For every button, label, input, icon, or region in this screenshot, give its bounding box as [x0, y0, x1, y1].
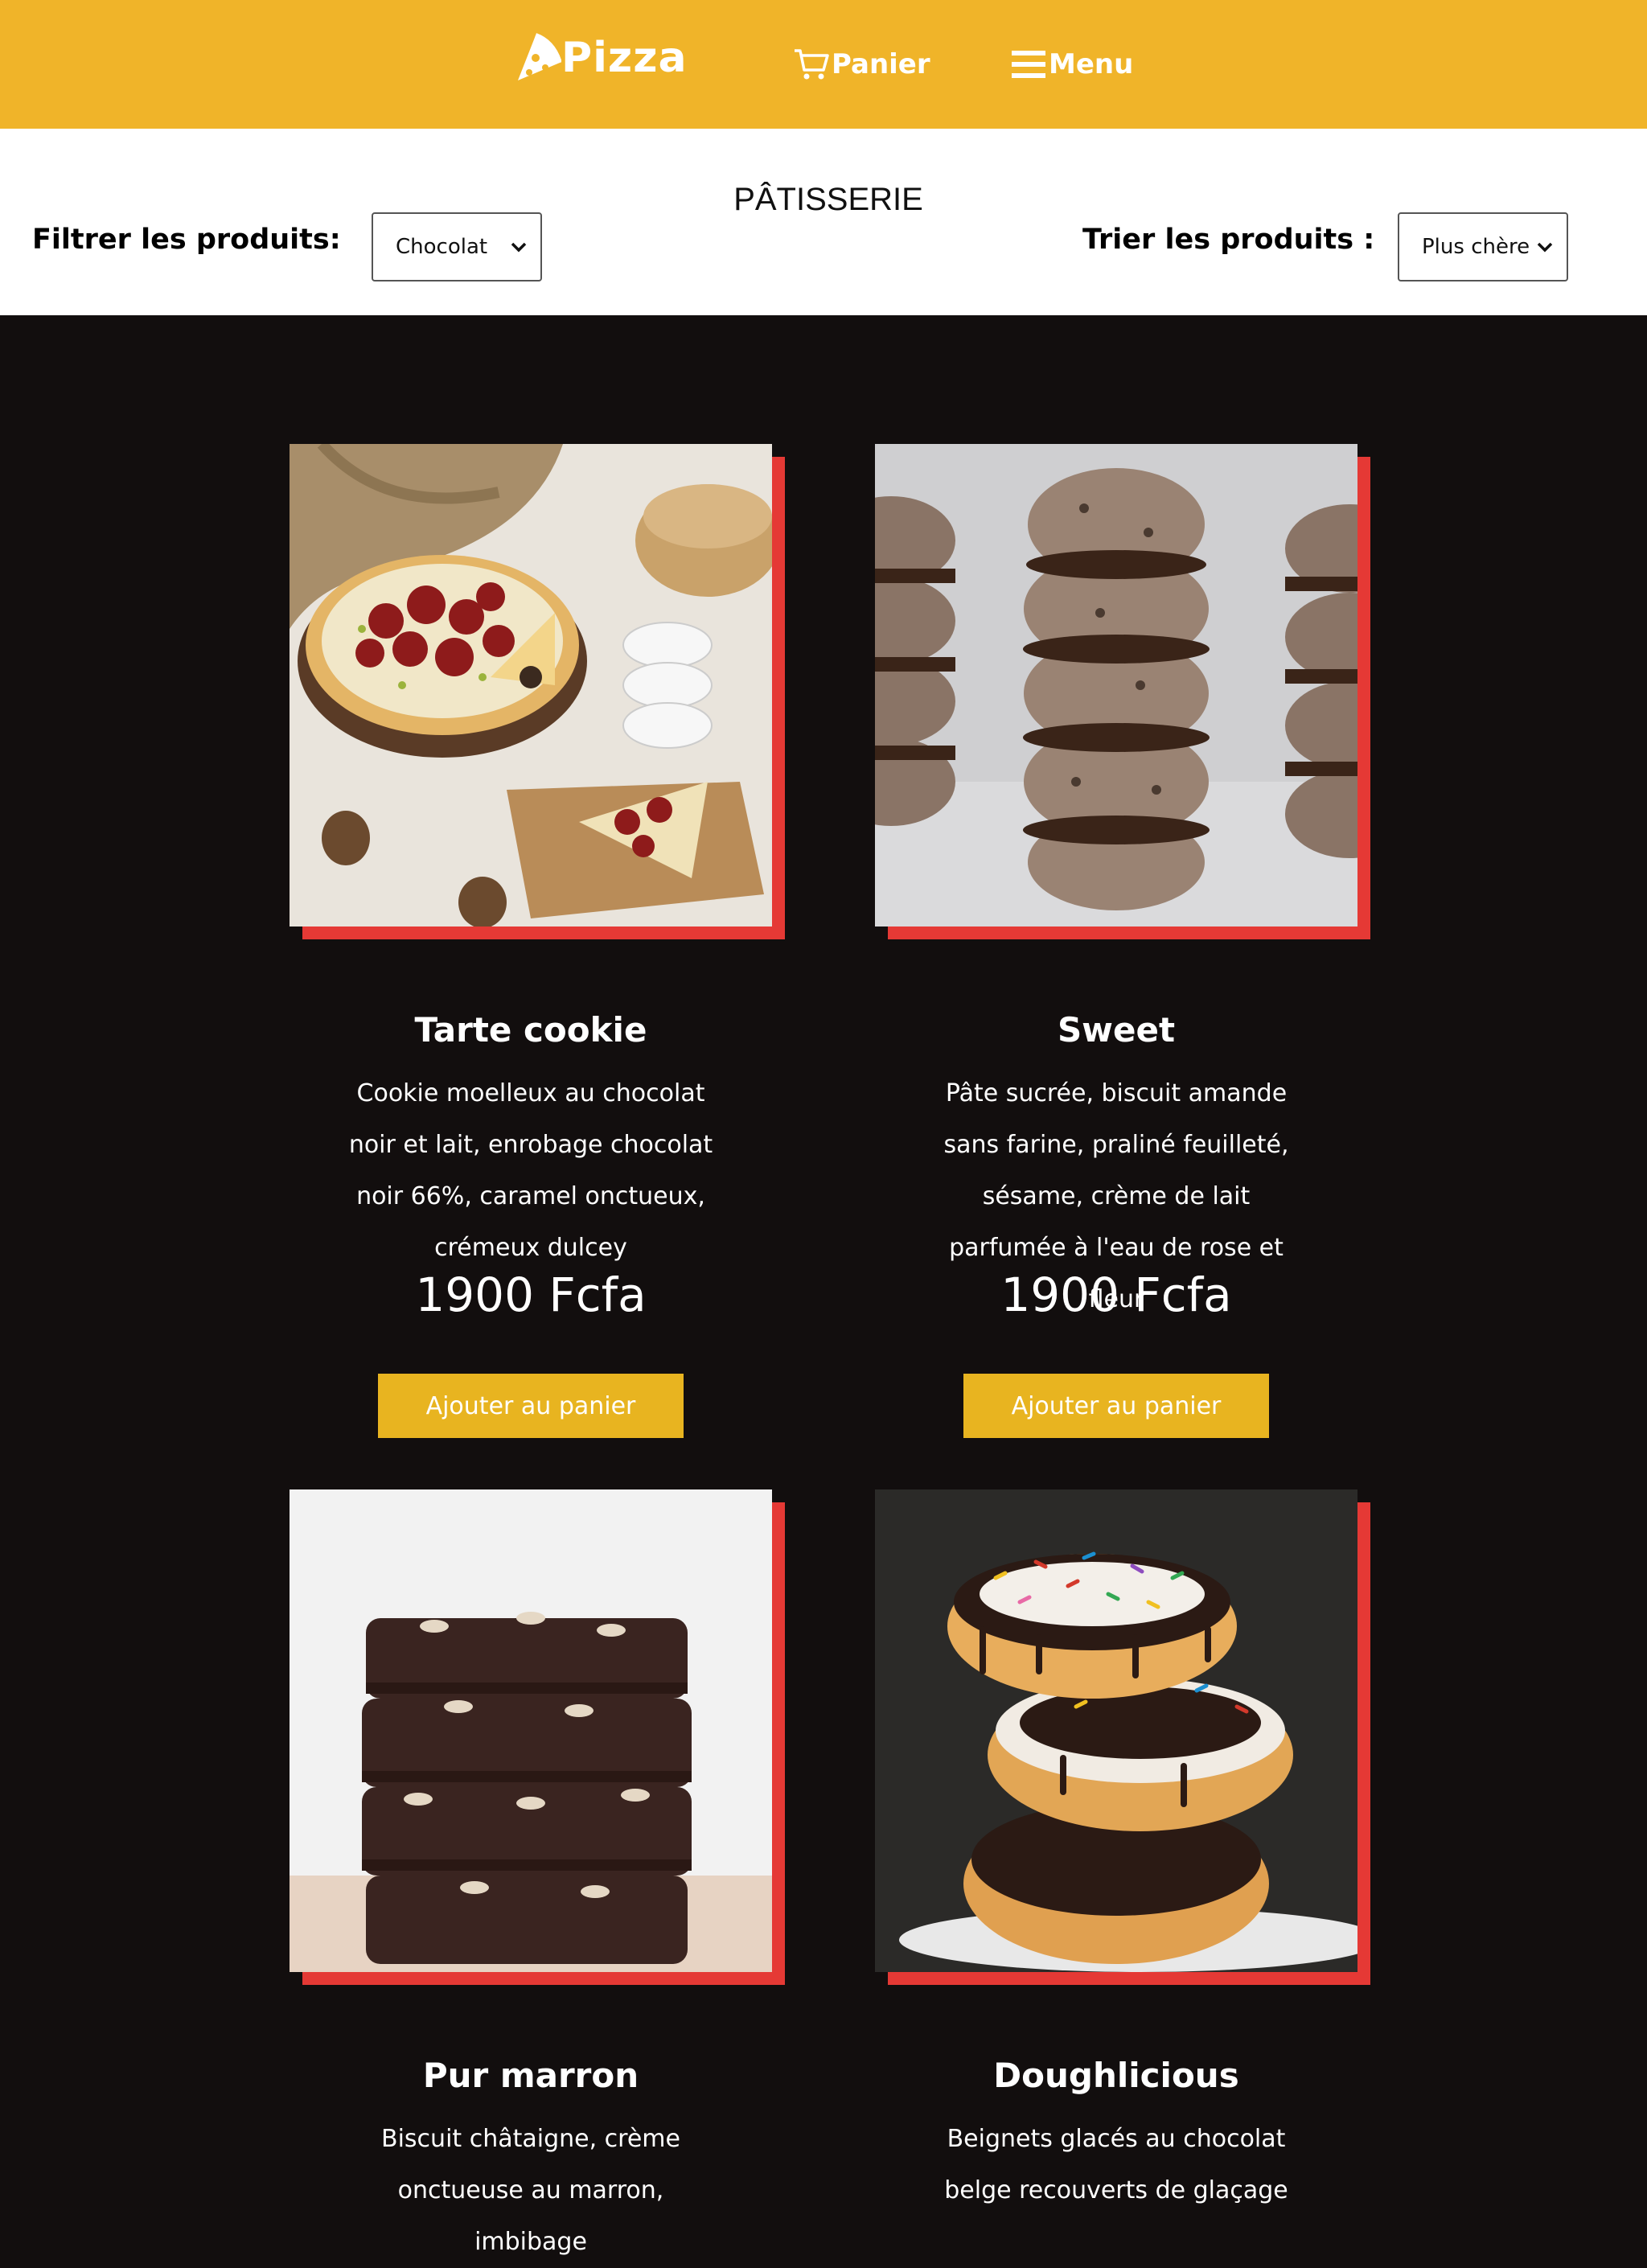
- cart-icon: [795, 49, 829, 80]
- product-description: Cookie moelleux au chocolat noir et lait…: [348, 1079, 713, 1262]
- brand-name: Pizza: [561, 34, 688, 82]
- add-to-cart-button[interactable]: Ajouter au panier: [378, 1374, 684, 1438]
- filter-bar: PÂTISSERIE Filtrer les produits: Chocola…: [0, 129, 1647, 315]
- product-description: Beignets glacés au chocolat belge recouv…: [944, 2125, 1288, 2204]
- brownie-stack-photo: [290, 1489, 772, 1972]
- product-image-frame: [875, 444, 1370, 939]
- product-name: Tarte cookie: [414, 1010, 647, 1050]
- add-to-cart-button[interactable]: Ajouter au panier: [963, 1374, 1269, 1438]
- product-image-frame: [875, 1489, 1370, 1985]
- product-image: [290, 1489, 772, 1972]
- product-image-frame: [290, 444, 785, 939]
- site-header: Pizza Panier Menu: [0, 0, 1647, 129]
- product-card: Sweet Pâte sucrée, biscuit amande sans f…: [875, 444, 1374, 1441]
- product-price: 1900 Fcfa: [1000, 1268, 1232, 1322]
- tart-photo: [290, 444, 772, 927]
- donut-stack-photo: [875, 1489, 1357, 1972]
- hamburger-menu-icon: [1012, 51, 1045, 78]
- product-price: 1900 Fcfa: [415, 1268, 647, 1322]
- product-card: Tarte cookie Cookie moelleux au chocolat…: [290, 444, 788, 1441]
- filter-select[interactable]: Chocolat: [372, 212, 542, 281]
- chevron-down-icon: [1537, 242, 1553, 253]
- sort-label: Trier les produits :: [1082, 224, 1375, 256]
- pizza-slice-icon: [518, 33, 561, 80]
- product-image-frame: [290, 1489, 785, 1985]
- cookie-sandwich-photo: [875, 444, 1357, 927]
- product-name: Doughlicious: [993, 2056, 1239, 2095]
- filter-select-value: Chocolat: [396, 235, 488, 259]
- product-name: Sweet: [1057, 1010, 1176, 1050]
- chevron-down-icon: [511, 242, 527, 253]
- product-description: Biscuit châtaigne, crème onctueuse au ma…: [381, 2125, 680, 2256]
- brand-logo[interactable]: Pizza: [511, 29, 688, 87]
- sort-select[interactable]: Plus chère: [1398, 212, 1568, 281]
- product-name: Pur marron: [422, 2056, 639, 2095]
- nav-cart-link[interactable]: Panier: [793, 42, 930, 87]
- filter-label: Filtrer les produits:: [32, 224, 341, 256]
- product-image: [875, 444, 1357, 927]
- nav-cart-label: Panier: [832, 48, 930, 80]
- sort-select-value: Plus chère: [1422, 235, 1530, 259]
- product-card: Pur marron Biscuit châtaigne, crème onct…: [290, 1489, 788, 2256]
- nav-menu-label: Menu: [1049, 48, 1134, 80]
- product-card: Doughlicious Beignets glacés au chocolat…: [875, 1489, 1374, 2204]
- product-image: [875, 1489, 1357, 1972]
- product-image: [290, 444, 772, 927]
- nav-menu-link[interactable]: Menu: [1010, 42, 1133, 87]
